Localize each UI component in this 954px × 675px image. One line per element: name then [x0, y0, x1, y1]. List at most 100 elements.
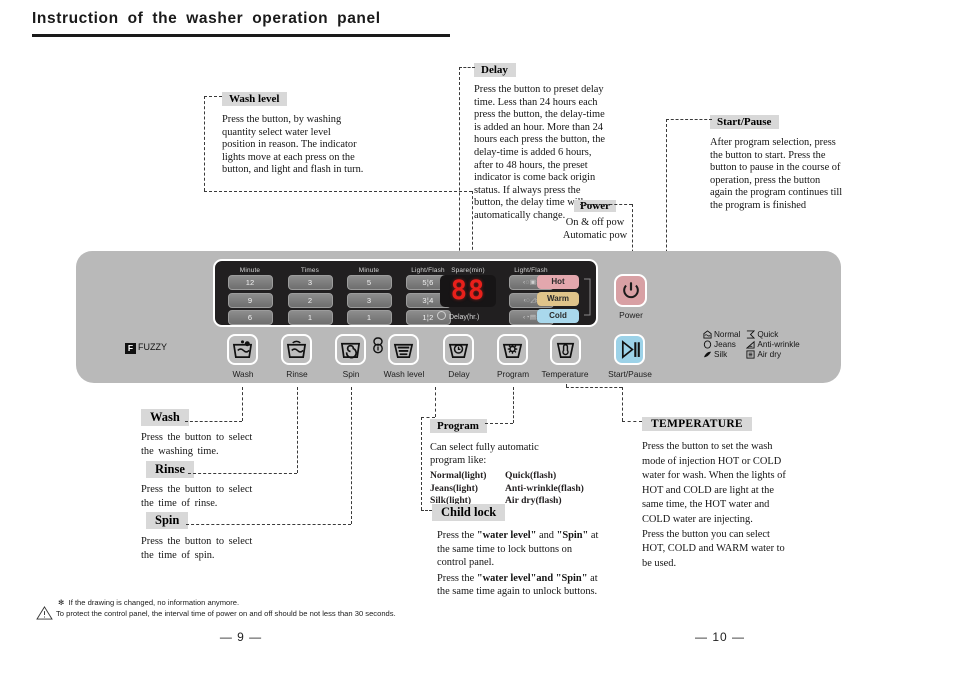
- legend-item-quick: Quick: [746, 330, 805, 340]
- program-option: Jeans(light): [430, 482, 478, 494]
- display-pill: 6: [227, 310, 273, 325]
- delay-button[interactable]: [443, 334, 474, 365]
- cl-p1d: "Spin": [556, 530, 589, 541]
- callout-start-pause-title: Start/Pause: [710, 115, 780, 129]
- callout-rinse-title: Rinse: [146, 461, 194, 478]
- callout-spin: Spin Press the button to select the time…: [141, 511, 351, 562]
- spin-button[interactable]: [335, 334, 366, 365]
- seven-segment-display: 88: [440, 275, 496, 307]
- legend-item-anti-wrinkle: Anti-wrinkle: [746, 340, 805, 350]
- legend-label: Anti-wrinkle: [757, 340, 800, 349]
- callout-spin-title: Spin: [146, 512, 189, 529]
- page-number-right: — 10 —: [694, 630, 745, 644]
- rinse-basket-icon: [286, 340, 307, 358]
- callout-program-title: Program: [430, 419, 487, 433]
- display-pill: 3: [346, 292, 392, 308]
- display-column-spare: Spare(min): [437, 266, 499, 275]
- jeans-icon: [703, 340, 712, 349]
- legend-label: Jeans: [714, 340, 736, 349]
- callout-wash-line2: the washing time.: [141, 445, 219, 457]
- callout-temperature-title: TEMPERATURE: [642, 417, 752, 431]
- wash-level-button[interactable]: [388, 334, 419, 365]
- leader-program-2: [513, 387, 514, 423]
- footer-note-1: ✻ If the drawing is changed, no informat…: [58, 597, 506, 608]
- segment-value: 88: [450, 275, 486, 306]
- display-pill: 3: [287, 275, 333, 290]
- legend-row: Silk Air dry: [703, 350, 806, 360]
- callout-rinse: Rinse Press the button to select the tim…: [141, 460, 351, 510]
- page-title: Instruction of the washer operation pane…: [32, 10, 381, 27]
- delay-led-label: Delay(hr.): [449, 314, 480, 321]
- cl-p1b: "water level": [476, 530, 537, 541]
- callout-power: Power On & off pow Automatic pow: [545, 196, 645, 242]
- power-icon: [622, 282, 639, 299]
- leader-child-lock-2: [421, 417, 422, 510]
- callout-wash-line1: Press the button to select: [141, 432, 253, 443]
- start-pause-button[interactable]: [614, 334, 645, 365]
- callout-spin-line2: the time of spin.: [141, 549, 215, 561]
- callout-wash: Wash Press the button to select the wash…: [141, 408, 351, 458]
- leader-rinse-2: [297, 387, 298, 473]
- water-level-icon: [393, 343, 414, 358]
- callout-start-pause-text: After program selection, press the butto…: [710, 137, 843, 211]
- fuzzy-badge-icon: F: [125, 343, 136, 354]
- legend-row: Normal Quick: [703, 330, 806, 340]
- callout-program-line2: program like:: [430, 455, 487, 466]
- display-column-wash-minute: Minute 12 9 6: [224, 266, 276, 328]
- spare-header: Spare(min): [451, 267, 485, 274]
- legend-item-air-dry: Air dry: [746, 350, 805, 360]
- legend-item-jeans: Jeans: [703, 340, 746, 350]
- leader-child-lock-4: [435, 387, 436, 417]
- temp-indicator-hot: Hot: [537, 275, 579, 289]
- spin-basket-icon: [340, 342, 361, 359]
- callout-wash-level-title: Wash level: [222, 92, 288, 106]
- display-pill: 9: [227, 292, 273, 308]
- callout-rinse-line2: the time of rinse.: [141, 497, 218, 509]
- leader-temperature-4: [566, 384, 567, 388]
- leader-wash-level-1: [204, 96, 222, 97]
- quick-icon: [747, 330, 756, 339]
- cl-p1a: Press the: [437, 530, 477, 541]
- page-number-left: — 9 —: [219, 630, 263, 644]
- legend-label: Quick: [757, 330, 779, 339]
- clock-basket-icon: [448, 343, 469, 358]
- gear-basket-icon: [502, 343, 523, 358]
- program-button[interactable]: [497, 334, 528, 365]
- callout-child-lock: Child lock Press the "water level" and "…: [432, 503, 632, 599]
- display-temperature-group: Hot Warm Cold: [537, 275, 583, 326]
- leader-start-1: [666, 119, 712, 120]
- leader-wash-2: [242, 387, 243, 421]
- rinse-button[interactable]: [281, 334, 312, 365]
- cl-p1c: and: [536, 530, 557, 541]
- display-pill: 2: [287, 292, 333, 308]
- leader-program-1: [485, 423, 513, 424]
- temp-indicator-cold: Cold: [537, 309, 579, 323]
- callout-wash-level-text: Press the button, by washing quantity se…: [222, 114, 364, 176]
- power-button[interactable]: [614, 274, 647, 307]
- leader-spin-1: [186, 524, 351, 525]
- callout-power-line2: Automatic pow: [562, 229, 628, 241]
- footer-notes: ✻ If the drawing is changed, no informat…: [36, 597, 506, 620]
- wash-button[interactable]: [227, 334, 258, 365]
- program-option: Normal(light): [430, 470, 487, 481]
- callout-wash-title: Wash: [141, 409, 189, 426]
- program-legend: Normal Quick Jeans Anti-wrinkle Silk Air…: [703, 330, 806, 360]
- column-header: Minute: [358, 267, 380, 274]
- leader-wash-level-3: [204, 191, 472, 192]
- footer-note-1-text: If the drawing is changed, no informatio…: [68, 598, 240, 607]
- legend-item-silk: Silk: [703, 350, 746, 360]
- callout-child-lock-p1: Press the "water level" and "Spin" at th…: [437, 529, 602, 570]
- callout-power-line1: On & off pow: [565, 217, 625, 228]
- display-pill: 12: [227, 275, 273, 290]
- callout-child-lock-title: Child lock: [432, 504, 506, 521]
- thermometer-basket-icon: [556, 342, 575, 358]
- anti-wrinkle-icon: [746, 340, 755, 349]
- temperature-button[interactable]: [550, 334, 581, 365]
- leader-wash-level-2: [204, 96, 205, 191]
- cl-p2c: and: [536, 572, 556, 584]
- leader-child-lock-1: [421, 510, 432, 511]
- leader-power-1: [580, 204, 632, 205]
- leader-rinse-1: [188, 473, 297, 474]
- legend-label: Air dry: [757, 350, 782, 359]
- callout-temperature-text2: Press the button you can select HOT, COL…: [642, 528, 785, 569]
